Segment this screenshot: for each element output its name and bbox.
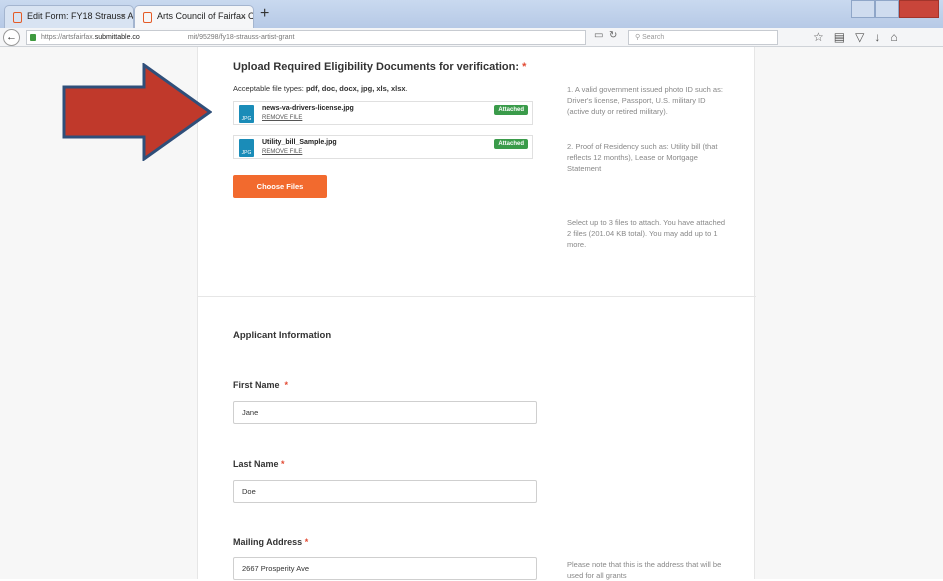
- first-name-input[interactable]: Jane: [233, 401, 537, 424]
- window-controls: [851, 0, 939, 18]
- maximize-button[interactable]: [875, 0, 899, 18]
- file-name: Utility_bill_Sample.jpg: [262, 139, 337, 146]
- remove-file-link[interactable]: REMOVE FILE: [262, 149, 302, 155]
- applicant-section-title: Applicant Information: [233, 330, 332, 341]
- minimize-button[interactable]: [851, 0, 875, 18]
- tab-edit-form[interactable]: Edit Form: FY18 Strauss Artis ×: [4, 5, 134, 28]
- new-tab-button[interactable]: +: [260, 5, 269, 23]
- reader-reload-icons[interactable]: ▭ ↻: [594, 30, 617, 41]
- close-window-button[interactable]: [899, 0, 939, 18]
- help-id-requirement: 1. A valid government issued photo ID su…: [567, 85, 723, 116]
- search-placeholder: Search: [642, 34, 665, 41]
- close-tab-icon[interactable]: ×: [121, 11, 126, 21]
- attached-badge: Attached: [494, 139, 528, 149]
- attached-file-item: JPG Utility_bill_Sample.jpg REMOVE FILE …: [233, 135, 533, 159]
- acceptable-file-types: Acceptable file types: pdf, doc, docx, j…: [233, 84, 408, 93]
- section-divider: [198, 296, 756, 297]
- page-favicon-icon: [13, 12, 22, 23]
- last-name-input[interactable]: Doe: [233, 480, 537, 503]
- address-help-text: Please note that this is the address tha…: [567, 560, 722, 580]
- required-marker: *: [522, 61, 527, 73]
- form-card: Upload Required Eligibility Documents fo…: [197, 47, 756, 580]
- mailing-address-label: Mailing Address *: [233, 537, 309, 547]
- attached-file-item: JPG news-va-drivers-license.jpg REMOVE F…: [233, 101, 533, 125]
- page-background: Upload Required Eligibility Documents fo…: [0, 47, 943, 580]
- tab-bar: Edit Form: FY18 Strauss Artis × Arts Cou…: [0, 0, 943, 28]
- url-domain: submittable.co: [94, 34, 140, 41]
- file-name: news-va-drivers-license.jpg: [262, 105, 354, 112]
- back-button[interactable]: ←: [3, 29, 20, 46]
- page-favicon-icon: [143, 12, 152, 23]
- url-path: mit/95298/fy18-strauss-artist-grant: [187, 34, 295, 41]
- remove-file-link[interactable]: REMOVE FILE: [262, 115, 302, 121]
- tab-title: Arts Council of Fairfax Counc: [157, 11, 254, 21]
- tab-title: Edit Form: FY18 Strauss Artis: [27, 11, 134, 21]
- jpg-file-icon: JPG: [239, 139, 254, 157]
- browser-chrome: Edit Form: FY18 Strauss Artis × Arts Cou…: [0, 0, 943, 47]
- annotation-arrow-icon: [62, 63, 212, 161]
- search-field[interactable]: ⚲ Search: [628, 30, 778, 45]
- attached-badge: Attached: [494, 105, 528, 115]
- address-bar[interactable]: https://artsfairfax.submittable.co mit/95…: [26, 30, 586, 45]
- mailing-address-input[interactable]: 2667 Prosperity Ave: [233, 557, 537, 580]
- first-name-label: First Name *: [233, 380, 289, 390]
- help-residency-requirement: 2. Proof of Residency such as: Utility b…: [567, 142, 718, 173]
- navigation-bar: ← https://artsfairfax.submittable.co mit/…: [0, 28, 943, 47]
- url-prefix: https://artsfairfax.: [41, 34, 95, 41]
- upload-section-title: Upload Required Eligibility Documents fo…: [233, 61, 527, 73]
- tab-arts-council[interactable]: Arts Council of Fairfax Counc ×: [134, 5, 254, 28]
- toolbar-icons[interactable]: ☆▤▽↓⌂: [813, 30, 908, 44]
- last-name-label: Last Name *: [233, 459, 285, 469]
- lock-icon: [30, 34, 36, 41]
- help-file-limit: Select up to 3 files to attach. You have…: [567, 218, 726, 249]
- choose-files-button[interactable]: Choose Files: [233, 175, 327, 198]
- jpg-file-icon: JPG: [239, 105, 254, 123]
- close-tab-icon[interactable]: ×: [241, 11, 246, 21]
